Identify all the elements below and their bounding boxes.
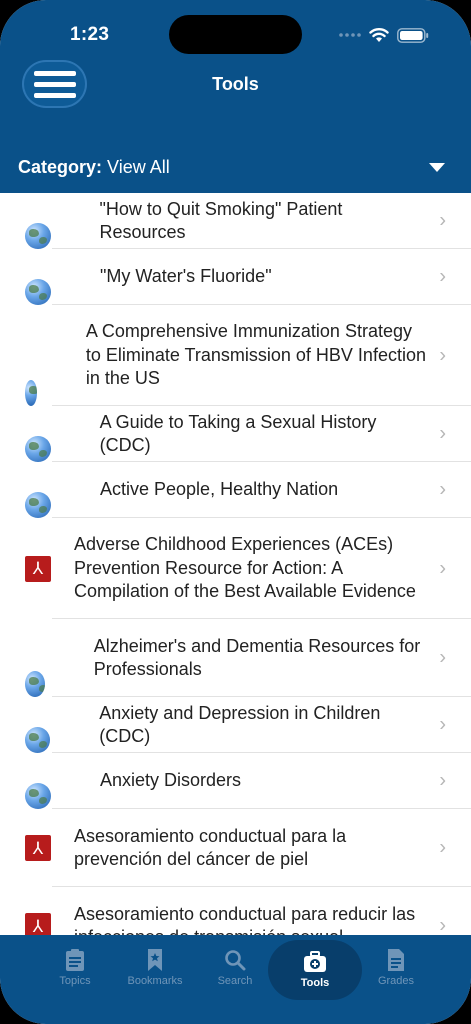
- bookmark-icon: [143, 948, 167, 972]
- category-text: Category: View All: [18, 157, 170, 178]
- pdf-icon: ⅄: [25, 913, 51, 935]
- chevron-right-icon: ›: [439, 422, 446, 445]
- chevron-right-icon: ›: [439, 914, 446, 936]
- tab-label: Topics: [59, 975, 91, 987]
- chevron-right-icon: ›: [439, 344, 446, 366]
- category-selector[interactable]: Category: View All: [18, 154, 445, 180]
- chevron-right-icon: ›: [439, 836, 446, 859]
- list-item-title: Alzheimer's and Dementia Resources for P…: [93, 635, 421, 680]
- list-item-title: A Comprehensive Immunization Strategy to…: [85, 321, 426, 389]
- globe-icon: [25, 783, 51, 809]
- list-item-title: A Guide to Taking a Sexual History (CDC): [99, 411, 377, 456]
- tab-label: Bookmarks: [127, 975, 183, 987]
- wifi-icon: [369, 28, 389, 42]
- pdf-icon: ⅄: [25, 835, 51, 861]
- chevron-right-icon: ›: [439, 713, 446, 736]
- list-item-title: Adverse Childhood Experiences (ACEs) Pre…: [74, 534, 416, 602]
- globe-icon: [25, 380, 37, 406]
- list-item-title: Anxiety Disorders: [100, 770, 242, 791]
- list-item[interactable]: Active People, Healthy Nation ›: [0, 462, 471, 518]
- tab-topics[interactable]: Topics: [35, 935, 115, 995]
- tab-label: Grades: [377, 975, 415, 987]
- signal-icon: [339, 33, 361, 37]
- clipboard-icon: [63, 948, 87, 972]
- chevron-right-icon: ›: [439, 209, 446, 232]
- globe-icon: [25, 223, 51, 249]
- tab-bar: Topics Bookmarks Search Tools Grades: [0, 935, 471, 1024]
- app-screen: 1:23 Tools Category: View All "How to Qu…: [0, 0, 471, 1024]
- list-item[interactable]: Alzheimer's and Dementia Resources for P…: [0, 619, 471, 697]
- globe-icon: [25, 492, 51, 518]
- list-item[interactable]: "How to Quit Smoking" Patient Resources …: [0, 193, 471, 249]
- chevron-right-icon: ›: [439, 478, 446, 501]
- list-item[interactable]: Anxiety Disorders ›: [0, 753, 471, 809]
- page-title: Tools: [212, 74, 259, 94]
- list-item-title: Asesoramiento conductual para reducir la…: [74, 903, 416, 936]
- list-item[interactable]: A Guide to Taking a Sexual History (CDC)…: [0, 406, 471, 462]
- medical-kit-icon: [303, 950, 327, 974]
- list-item-title: Asesoramiento conductual para la prevenc…: [74, 825, 347, 870]
- category-label: Category:: [18, 156, 103, 177]
- list-item-title: "My Water's Fluoride": [100, 266, 272, 287]
- tab-label: Search: [217, 975, 253, 987]
- pdf-icon: ⅄: [25, 555, 51, 582]
- category-value: View All: [107, 156, 170, 177]
- list-item[interactable]: Anxiety and Depression in Children (CDC)…: [0, 697, 471, 753]
- list-item[interactable]: ⅄ Adverse Childhood Experiences (ACEs) P…: [0, 518, 471, 619]
- chevron-right-icon: ›: [439, 557, 446, 579]
- globe-icon: [25, 671, 45, 697]
- tab-label: Tools: [300, 977, 330, 989]
- status-icons: [339, 27, 429, 43]
- globe-icon: [25, 279, 51, 305]
- list-item-title: "How to Quit Smoking" Patient Resources: [99, 198, 343, 243]
- list-item-title: Anxiety and Depression in Children (CDC): [99, 702, 381, 747]
- status-time: 1:23: [70, 24, 110, 45]
- globe-icon: [25, 727, 51, 753]
- tab-search[interactable]: Search: [195, 935, 275, 995]
- list-item-title: Active People, Healthy Nation: [100, 479, 339, 500]
- globe-icon: [25, 436, 51, 462]
- list-item[interactable]: ⅄ Asesoramiento conductual para la preve…: [0, 809, 471, 887]
- chevron-right-icon: ›: [439, 769, 446, 792]
- tab-grades[interactable]: Grades: [356, 935, 436, 995]
- chevron-right-icon: ›: [439, 646, 446, 669]
- tab-tools[interactable]: Tools: [268, 940, 362, 1000]
- list-item[interactable]: "My Water's Fluoride" ›: [0, 249, 471, 305]
- header-bar: 1:23 Tools Category: View All: [0, 0, 471, 193]
- tools-list[interactable]: "How to Quit Smoking" Patient Resources …: [0, 193, 471, 935]
- document-icon: [384, 948, 408, 972]
- battery-icon: [397, 27, 429, 43]
- dynamic-island: [169, 15, 302, 54]
- list-item[interactable]: ⅄ Asesoramiento conductual para reducir …: [0, 887, 471, 935]
- search-icon: [223, 948, 247, 972]
- chevron-down-icon: [429, 162, 445, 172]
- list-item[interactable]: A Comprehensive Immunization Strategy to…: [0, 305, 471, 406]
- chevron-right-icon: ›: [439, 265, 446, 288]
- tab-bookmarks[interactable]: Bookmarks: [115, 935, 195, 995]
